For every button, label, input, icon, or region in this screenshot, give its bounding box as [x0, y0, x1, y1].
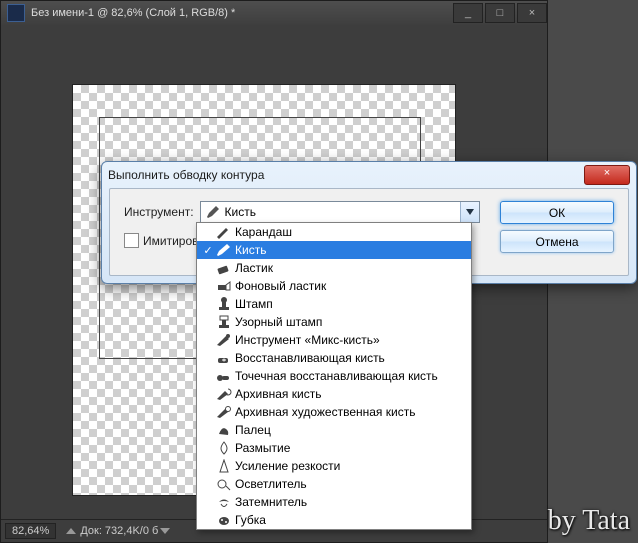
dropdown-item-brush[interactable]: ✓ Кисть — [197, 241, 471, 259]
dropdown-item-smudge[interactable]: Палец — [197, 421, 471, 439]
dialog-title: Выполнить обводку контура — [108, 168, 584, 182]
history-brush-icon — [215, 386, 233, 402]
watermark-text: by Tata — [548, 505, 630, 537]
dropdown-item-burn[interactable]: Затемнитель — [197, 493, 471, 511]
brush-icon — [215, 242, 233, 258]
zoom-tri-icon[interactable] — [66, 528, 76, 534]
dropdown-item-label: Архивная художественная кисть — [235, 405, 415, 419]
dropdown-item-label: Губка — [235, 513, 266, 527]
chevron-down-icon[interactable] — [460, 202, 479, 222]
tool-dropdown-list[interactable]: Карандаш ✓ Кисть Ластик Фоновый ластик Штамп У… — [196, 222, 472, 530]
art-history-icon — [215, 404, 233, 420]
ok-button[interactable]: ОК — [500, 201, 614, 224]
cancel-button[interactable]: Отмена — [500, 230, 614, 253]
ps-titlebar: Без имени-1 @ 82,6% (Слой 1, RGB/8) * _ … — [1, 1, 547, 26]
dropdown-item-blur[interactable]: Размытие — [197, 439, 471, 457]
dropdown-item-history-brush[interactable]: Архивная кисть — [197, 385, 471, 403]
dialog-titlebar: Выполнить обводку контура × — [102, 162, 636, 188]
dropdown-item-label: Кисть — [235, 243, 266, 257]
dropdown-item-bg-eraser[interactable]: Фоновый ластик — [197, 277, 471, 295]
ps-app-icon — [7, 4, 25, 22]
eraser-icon — [215, 260, 233, 276]
dropdown-item-sharpen[interactable]: Усиление резкости — [197, 457, 471, 475]
sponge-icon — [215, 512, 233, 528]
dropdown-item-label: Фоновый ластик — [235, 279, 326, 293]
check-icon: ✓ — [201, 244, 215, 257]
dropdown-item-mixer-brush[interactable]: Инструмент «Микс-кисть» — [197, 331, 471, 349]
dropdown-item-pencil[interactable]: Карандаш — [197, 223, 471, 241]
dropdown-item-label: Восстанавливающая кисть — [235, 351, 385, 365]
stamp-icon — [215, 296, 233, 312]
blur-icon — [215, 440, 233, 456]
ps-title-text: Без имени-1 @ 82,6% (Слой 1, RGB/8) * — [31, 7, 235, 19]
doc-info-tri-icon[interactable] — [160, 528, 170, 534]
dropdown-item-label: Точечная восстанавливающая кисть — [235, 369, 438, 383]
dropdown-item-pattern-stamp[interactable]: Узорный штамп — [197, 313, 471, 331]
dialog-close-button[interactable]: × — [584, 165, 630, 185]
dropdown-item-label: Палец — [235, 423, 271, 437]
smudge-icon — [215, 422, 233, 438]
tool-combobox[interactable]: Кисть — [200, 201, 480, 223]
dropdown-item-spot-healing[interactable]: Точечная восстанавливающая кисть — [197, 367, 471, 385]
dropdown-item-label: Ластик — [235, 261, 273, 275]
dropdown-item-label: Затемнитель — [235, 495, 307, 509]
dropdown-item-eraser[interactable]: Ластик — [197, 259, 471, 277]
spot-healing-icon — [215, 368, 233, 384]
pencil-icon — [215, 224, 233, 240]
dropdown-item-label: Размытие — [235, 441, 290, 455]
dropdown-item-stamp[interactable]: Штамп — [197, 295, 471, 313]
dropdown-item-dodge[interactable]: Осветлитель — [197, 475, 471, 493]
dropdown-item-sponge[interactable]: Губка — [197, 511, 471, 529]
dropdown-item-art-history[interactable]: Архивная художественная кисть — [197, 403, 471, 421]
restore-button[interactable]: □ — [485, 3, 515, 23]
brush-icon — [205, 204, 221, 220]
doc-info: Док: 732,4K/0 б — [80, 525, 158, 537]
dropdown-item-label: Усиление резкости — [235, 459, 340, 473]
dropdown-item-label: Карандаш — [235, 225, 292, 239]
combobox-value: Кисть — [225, 205, 460, 219]
dropdown-item-label: Штамп — [235, 297, 273, 311]
dropdown-item-label: Инструмент «Микс-кисть» — [235, 333, 380, 347]
dodge-icon — [215, 476, 233, 492]
simulate-pressure-checkbox[interactable] — [124, 233, 139, 248]
healing-icon — [215, 350, 233, 366]
zoom-field[interactable]: 82,64% — [5, 523, 56, 539]
close-button[interactable]: × — [517, 3, 547, 23]
dropdown-item-label: Узорный штамп — [235, 315, 322, 329]
dropdown-item-label: Осветлитель — [235, 477, 307, 491]
burn-icon — [215, 494, 233, 510]
tool-label: Инструмент: — [124, 205, 194, 219]
bg-eraser-icon — [215, 278, 233, 294]
mixer-brush-icon — [215, 332, 233, 348]
dropdown-item-healing[interactable]: Восстанавливающая кисть — [197, 349, 471, 367]
pattern-stamp-icon — [215, 314, 233, 330]
minimize-button[interactable]: _ — [453, 3, 483, 23]
dropdown-item-label: Архивная кисть — [235, 387, 321, 401]
sharpen-icon — [215, 458, 233, 474]
